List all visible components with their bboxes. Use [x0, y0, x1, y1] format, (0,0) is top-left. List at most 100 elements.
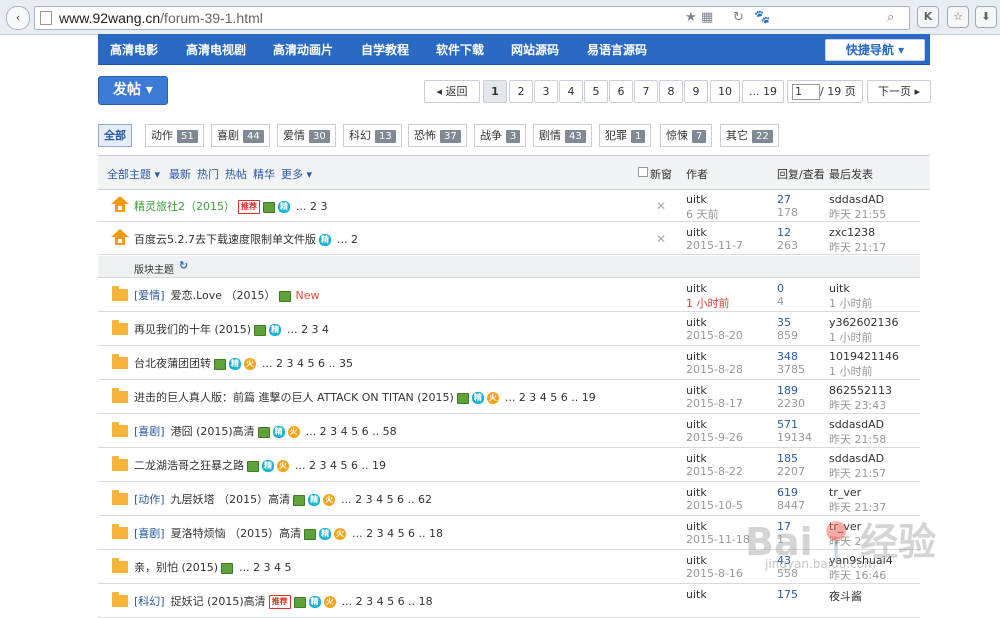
reply-count[interactable]: 619: [777, 486, 805, 499]
category-crime[interactable]: 犯罪 1: [599, 124, 652, 147]
last-post-time[interactable]: 昨天 21:58: [829, 431, 886, 447]
thread-title-link[interactable]: 进击的巨人真人版：前篇 進撃の巨人 ATTACK ON TITAN (2015): [134, 391, 454, 404]
star-icon[interactable]: ★: [685, 9, 697, 27]
pager-page-1[interactable]: 1: [483, 80, 507, 103]
author-name[interactable]: uitk: [686, 554, 743, 567]
refresh-icon[interactable]: ↻: [179, 259, 188, 272]
thread-pages[interactable]: ... 2 3 4 5 6 .. 19: [295, 459, 386, 472]
thread-row[interactable]: [动作] 九层妖塔 （2015）高清 精火 ... 2 3 4 5 6 .. 62 ui…: [98, 482, 920, 516]
thread-title-link[interactable]: 再见我们的十年 (2015): [134, 323, 251, 336]
category-action[interactable]: 动作 51: [145, 124, 204, 147]
search-icon[interactable]: ⌕: [887, 9, 894, 27]
pager-page-6[interactable]: 6: [609, 80, 633, 103]
quick-nav-dropdown[interactable]: 快捷导航 ▾: [825, 39, 925, 61]
pager-next-button[interactable]: 下一页 ▸: [867, 80, 931, 103]
thread-type-tag[interactable]: [喜剧]: [134, 425, 165, 438]
filter-more[interactable]: 更多 ▾: [281, 166, 312, 182]
favorites-star-icon[interactable]: ☆: [947, 6, 969, 28]
url-text[interactable]: www.92wang.cn/forum-39-1.html: [59, 10, 263, 26]
thread-pages[interactable]: ... 2 3 4 5 6 .. 18: [342, 595, 433, 608]
category-comedy[interactable]: 喜剧 44: [211, 124, 270, 147]
last-poster[interactable]: 862552113: [829, 384, 892, 397]
nav-item-hd-movies[interactable]: 高清电影: [110, 41, 158, 58]
category-thriller[interactable]: 惊悚 7: [660, 124, 713, 147]
author-name[interactable]: uitk: [686, 282, 730, 295]
category-scifi[interactable]: 科幻 13: [343, 124, 402, 147]
thread-pages[interactable]: ... 2 3 4 5: [239, 561, 291, 574]
close-sticky-icon[interactable]: ✕: [656, 199, 666, 213]
thread-pages[interactable]: ... 2 3 4: [287, 323, 329, 336]
thread-title-link[interactable]: 港囧 (2015)高清: [171, 425, 255, 438]
author-name[interactable]: uitk: [686, 350, 743, 363]
author-name[interactable]: uitk: [686, 418, 743, 431]
last-poster[interactable]: yan9shuai4: [829, 554, 893, 567]
last-post-time[interactable]: 昨天 23:43: [829, 397, 892, 413]
thread-row[interactable]: 再见我们的十年 (2015) 精 ... 2 3 4 uitk 2015-8-20 35 8…: [98, 312, 920, 346]
last-post-time[interactable]: 1 小时前: [829, 295, 873, 311]
thread-pages[interactable]: ... 2 3: [296, 200, 327, 213]
thread-row[interactable]: 进击的巨人真人版：前篇 進撃の巨人 ATTACK ON TITAN (2015)…: [98, 380, 920, 414]
thread-type-tag[interactable]: [动作]: [134, 493, 165, 506]
category-drama[interactable]: 剧情 43: [533, 124, 592, 147]
thread-title-link[interactable]: 爱恋.Love （2015）: [171, 289, 276, 302]
thread-title-link[interactable]: 捉妖记 (2015)高清: [171, 595, 266, 608]
thread-title-link[interactable]: 夏洛特烦恼 （2015）高清: [171, 527, 302, 540]
nav-item-hd-tv[interactable]: 高清电视剧: [186, 41, 246, 58]
pager-page-10[interactable]: 10: [710, 80, 740, 103]
filter-all-topics[interactable]: 全部主题 ▾: [107, 166, 160, 182]
pager-page-7[interactable]: 7: [634, 80, 658, 103]
category-all[interactable]: 全部: [98, 124, 132, 147]
reply-count[interactable]: 27: [777, 193, 798, 206]
author-name[interactable]: uitk: [686, 193, 719, 206]
new-window-checkbox[interactable]: [638, 167, 648, 177]
last-post-time[interactable]: 昨天 16:46: [829, 567, 893, 583]
reply-count[interactable]: 348: [777, 350, 805, 363]
thread-title-link[interactable]: 精灵旅社2（2015）: [134, 200, 235, 213]
baidu-paw-icon[interactable]: 🐾: [754, 9, 770, 27]
pager-page-9[interactable]: 9: [684, 80, 708, 103]
last-poster[interactable]: tr_ver: [829, 520, 862, 533]
pager-page-2[interactable]: 2: [509, 80, 533, 103]
nav-item-hd-anime[interactable]: 高清动画片: [273, 41, 333, 58]
author-name[interactable]: uitk: [686, 452, 743, 465]
thread-pages[interactable]: ... 2 3 4 5 6 .. 35: [262, 357, 353, 370]
back-arrow-icon[interactable]: ‹: [6, 6, 30, 30]
filter-hot[interactable]: 热门: [197, 166, 219, 182]
thread-pages[interactable]: ... 2 3 4 5 6 .. 19: [505, 391, 596, 404]
address-bar[interactable]: www.92wang.cn/forum-39-1.html ★ ▦ ↻ 🐾 ⌕: [34, 6, 910, 30]
pager-page-4[interactable]: 4: [559, 80, 583, 103]
page-number-input[interactable]: 1: [792, 84, 820, 100]
pager-last-page[interactable]: ... 19: [742, 80, 784, 103]
reply-count[interactable]: 35: [777, 316, 798, 329]
thread-row[interactable]: [喜剧] 港囧 (2015)高清 精火 ... 2 3 4 5 6 .. 58 uitk…: [98, 414, 920, 448]
last-poster[interactable]: tr_ver: [829, 486, 886, 499]
sticky-thread-row[interactable]: 精灵旅社2（2015） 推荐 精 ... 2 3 ✕ uitk 6 天前 27 178 sddas…: [98, 189, 920, 222]
thread-title-link[interactable]: 亲，别怕 (2015): [134, 561, 218, 574]
thread-type-tag[interactable]: [爱情]: [134, 289, 165, 302]
category-war[interactable]: 战争 3: [474, 124, 527, 147]
last-poster[interactable]: 1019421146: [829, 350, 899, 363]
category-other[interactable]: 其它 22: [720, 124, 779, 147]
reply-count[interactable]: 17: [777, 520, 791, 533]
thread-title-link[interactable]: 二龙湖浩哥之狂暴之路: [134, 459, 244, 472]
last-poster[interactable]: zxc1238: [829, 226, 886, 239]
thread-pages[interactable]: ... 2 3 4 5 6 .. 62: [341, 493, 432, 506]
reply-count[interactable]: 12: [777, 226, 798, 239]
nav-item-software[interactable]: 软件下载: [436, 41, 484, 58]
last-poster[interactable]: sddasdAD: [829, 452, 886, 465]
reply-count[interactable]: 175: [777, 588, 798, 601]
thread-pages[interactable]: ... 2 3 4 5 6 .. 58: [306, 425, 397, 438]
extension-k-icon[interactable]: K: [917, 6, 939, 28]
thread-row[interactable]: 亲，别怕 (2015) ... 2 3 4 5 uitk 2015-8-16 43 558…: [98, 550, 920, 584]
pager-page-8[interactable]: 8: [659, 80, 683, 103]
last-post-time[interactable]: 昨天 21:17: [829, 239, 886, 255]
pager-page-5[interactable]: 5: [584, 80, 608, 103]
reply-count[interactable]: 185: [777, 452, 805, 465]
download-icon[interactable]: ⬇: [975, 6, 997, 28]
category-romance[interactable]: 爱情 30: [277, 124, 336, 147]
reply-count[interactable]: 0: [777, 282, 784, 295]
last-post-time[interactable]: 昨天 21:37: [829, 499, 886, 515]
thread-row[interactable]: [爱情] 爱恋.Love （2015） New uitk 1 小时前 0 4 uitk 1 小时…: [98, 278, 920, 312]
new-post-button[interactable]: 发帖 ▾: [98, 76, 168, 105]
thread-type-tag[interactable]: [科幻]: [134, 595, 165, 608]
